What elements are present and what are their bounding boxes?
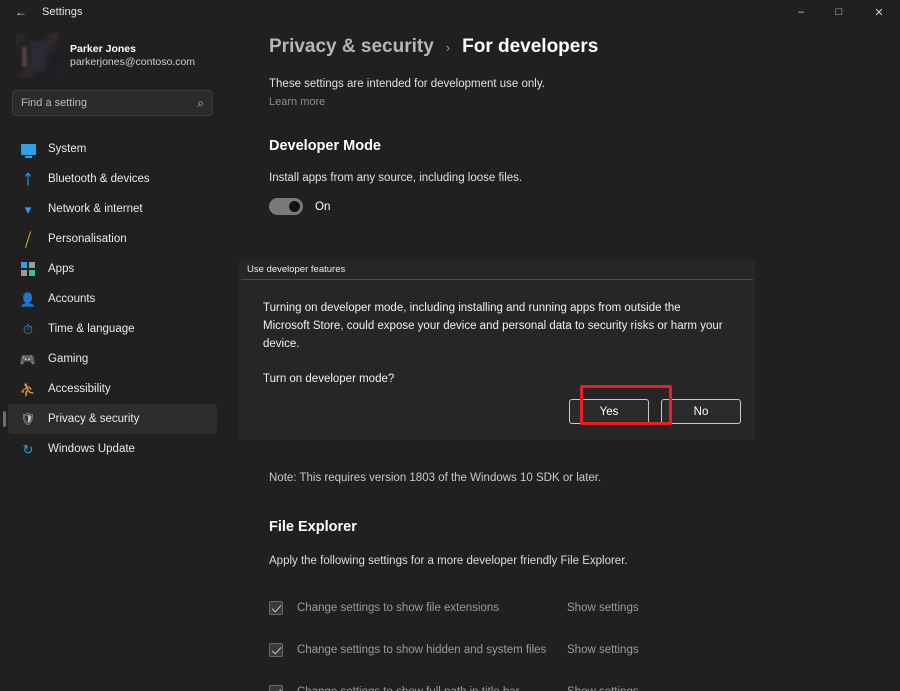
file-explorer-description: Apply the following settings for a more … (269, 555, 628, 567)
settings-window: ← Settings – □ ✕ Parker Jones parkerjone… (0, 0, 900, 691)
chevron-right-icon: › (445, 40, 451, 55)
list-item[interactable]: Change settings to show full path in tit… (269, 671, 869, 691)
search-input[interactable] (21, 97, 194, 109)
sidebar-item-privacy-security[interactable]: 🛡 Privacy & security (3, 404, 217, 434)
file-explorer-options: Change settings to show file extensions … (269, 587, 869, 691)
sidebar-item-time-language[interactable]: ⏱ Time & language (8, 314, 217, 344)
learn-more-link[interactable]: Learn more (269, 96, 900, 108)
search-box[interactable]: ⌕ (12, 90, 213, 116)
sidebar-item-label: Apps (48, 263, 75, 275)
developer-mode-toggle[interactable] (269, 198, 303, 215)
sidebar-item-accounts[interactable]: 👤 Accounts (8, 284, 217, 314)
sidebar-item-label: Gaming (48, 353, 89, 365)
wifi-icon: ▾ (24, 201, 32, 217)
sidebar-item-personalisation[interactable]: ╱ Personalisation (8, 224, 217, 254)
file-explorer-heading: File Explorer (269, 519, 357, 535)
sidebar-item-label: System (48, 143, 87, 155)
user-profile[interactable]: Parker Jones parkerjones@contoso.com (12, 32, 213, 78)
bluetooth-icon: ᛏ (23, 171, 33, 187)
page-title: For developers (462, 36, 599, 57)
sidebar-item-network-internet[interactable]: ▾ Network & internet (8, 194, 217, 224)
sidebar-item-label: Accessibility (48, 383, 111, 395)
dialog-actions: Yes No (569, 399, 741, 424)
monitor-icon (20, 141, 36, 158)
developer-mode-toggle-row[interactable]: On (269, 198, 900, 215)
sidebar-item-label: Network & internet (48, 203, 143, 215)
accessibility-icon: ⛹ (19, 381, 37, 397)
clock-icon: ⏱ (22, 321, 34, 337)
sidebar-item-accessibility[interactable]: ⛹ Accessibility (8, 374, 217, 404)
page-subtitle: These settings are intended for developm… (269, 78, 545, 90)
avatar (16, 33, 60, 77)
sidebar-item-label: Windows Update (48, 443, 135, 455)
paintbrush-icon: ╱ (22, 230, 34, 248)
list-item-label: Change settings to show full path in tit… (297, 686, 519, 691)
sidebar-item-apps[interactable]: Apps (8, 254, 217, 284)
apps-grid-icon (20, 261, 36, 277)
sdk-note: Note: This requires version 1803 of the … (269, 472, 602, 484)
checkbox-icon[interactable] (269, 643, 283, 657)
show-settings-link[interactable]: Show settings (567, 644, 639, 656)
sidebar-item-system[interactable]: System (8, 134, 217, 164)
gamepad-icon: 🎮 (19, 351, 37, 367)
developer-mode-heading: Developer Mode (269, 138, 381, 154)
window-controls: – □ ✕ (782, 0, 900, 24)
title-bar: ← Settings – □ ✕ (0, 0, 900, 24)
minimize-icon[interactable]: – (782, 0, 820, 24)
sidebar-item-bluetooth-devices[interactable]: ᛏ Bluetooth & devices (8, 164, 217, 194)
update-icon: ↻ (22, 441, 34, 457)
checkbox-icon[interactable] (269, 601, 283, 615)
sidebar-item-label: Bluetooth & devices (48, 173, 150, 185)
close-icon[interactable]: ✕ (858, 0, 900, 24)
shield-icon: 🛡 (20, 412, 36, 426)
sidebar-item-label: Privacy & security (48, 413, 140, 425)
developer-mode-toggle-state: On (315, 200, 331, 213)
breadcrumb-parent[interactable]: Privacy & security (269, 36, 434, 58)
sidebar: Parker Jones parkerjones@contoso.com ⌕ S… (0, 24, 225, 691)
person-icon: 👤 (19, 291, 37, 307)
list-item[interactable]: Change settings to show file extensions … (269, 587, 869, 629)
developer-mode-description: Install apps from any source, including … (269, 172, 523, 184)
dialog-body-text: Turning on developer mode, including ins… (263, 302, 723, 350)
show-settings-link[interactable]: Show settings (567, 602, 639, 614)
yes-button[interactable]: Yes (569, 399, 649, 424)
sidebar-item-label: Accounts (48, 293, 96, 305)
checkbox-icon[interactable] (269, 685, 283, 691)
list-item[interactable]: Change settings to show hidden and syste… (269, 629, 869, 671)
search-icon: ⌕ (197, 95, 204, 110)
profile-email: parkerjones@contoso.com (70, 55, 196, 68)
list-item-label: Change settings to show hidden and syste… (297, 644, 547, 656)
app-title: Settings (42, 6, 83, 18)
developer-features-dialog: Use developer features Turning on develo… (239, 259, 755, 440)
breadcrumb: Privacy & security › For developers (269, 36, 900, 58)
back-arrow-icon[interactable]: ← (4, 1, 38, 23)
show-settings-link[interactable]: Show settings (567, 686, 639, 691)
dialog-question: Turn on developer mode? (263, 373, 395, 386)
dialog-title: Use developer features (247, 263, 346, 275)
sidebar-item-label: Personalisation (48, 233, 127, 245)
sidebar-nav: System ᛏ Bluetooth & devices ▾ Network &… (0, 134, 225, 464)
list-item-label: Change settings to show file extensions (297, 602, 500, 614)
profile-name: Parker Jones (70, 42, 136, 55)
no-button[interactable]: No (661, 399, 741, 424)
sidebar-item-gaming[interactable]: 🎮 Gaming (8, 344, 217, 374)
sidebar-item-windows-update[interactable]: ↻ Windows Update (8, 434, 217, 464)
maximize-icon[interactable]: □ (820, 0, 858, 24)
sidebar-item-label: Time & language (48, 323, 135, 335)
